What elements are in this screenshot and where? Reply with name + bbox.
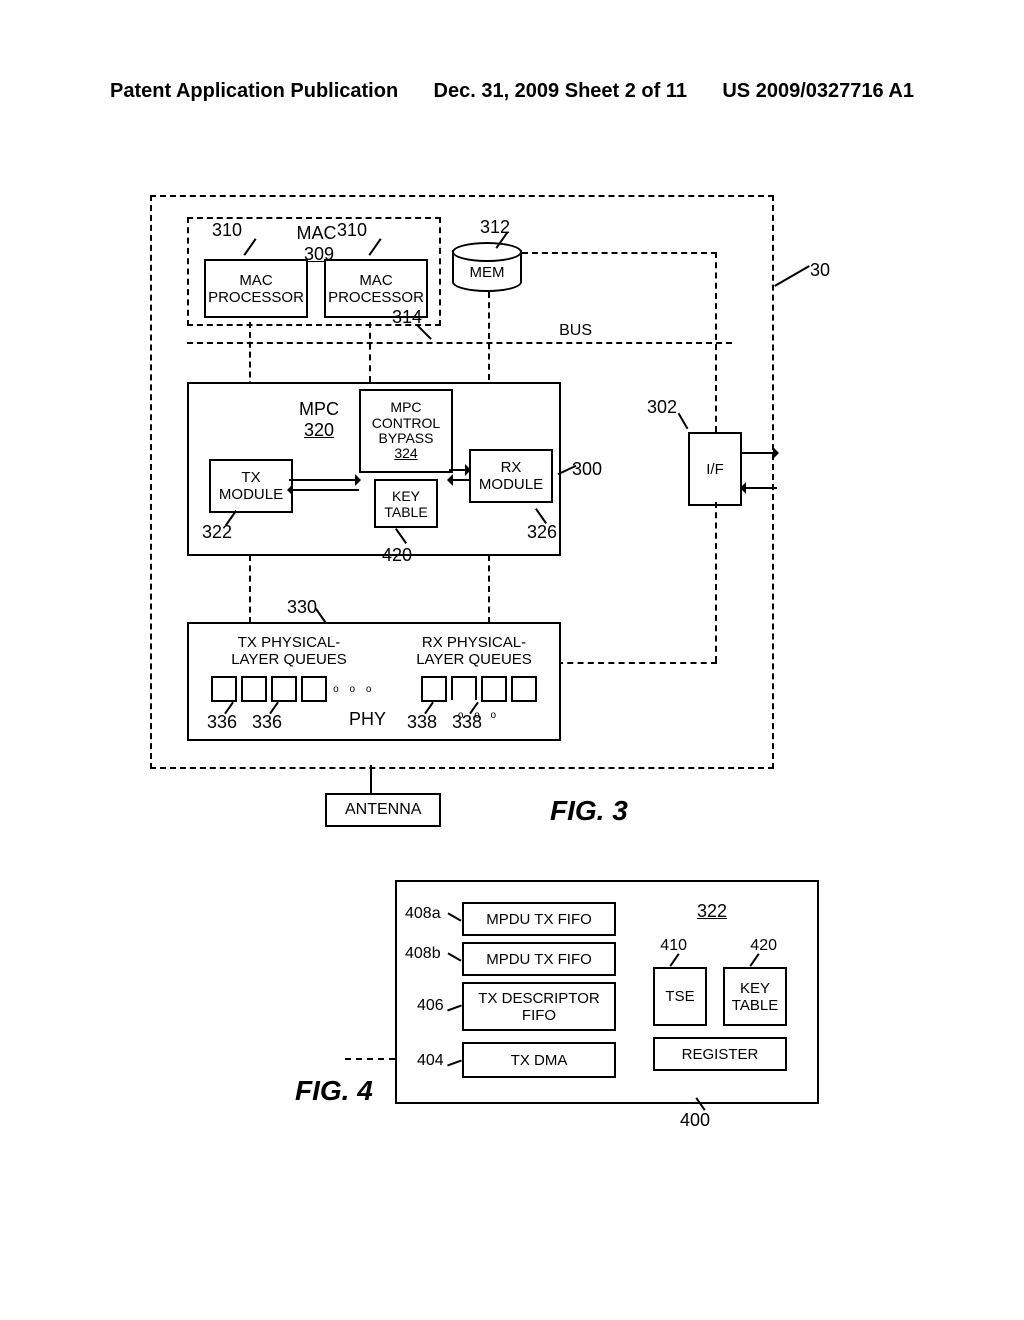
- antenna-block: ANTENNA: [325, 793, 441, 827]
- ref-408b: 408b: [405, 945, 441, 963]
- key-table: KEY TABLE: [374, 479, 438, 528]
- ref-420: 420: [382, 545, 412, 566]
- ref-30: 30: [810, 260, 830, 281]
- fig3-system-outline: MAC 309 MAC PROCESSOR MAC PROCESSOR 310 …: [150, 195, 774, 769]
- tx-queue-icons: o o o: [209, 676, 375, 702]
- rx-module: RX MODULE: [469, 449, 553, 503]
- ref-336a: 336: [207, 712, 237, 733]
- fig4-label: FIG. 4: [295, 1075, 373, 1107]
- mpc-box: MPC 320 MPC CONTROL BYPASS 324 TX MODULE…: [187, 382, 561, 556]
- fig4-module-box: MPDU TX FIFO MPDU TX FIFO TX DESCRIPTOR …: [395, 880, 819, 1104]
- phy-label: PHY: [349, 709, 386, 730]
- mpdu-tx-fifo-a: MPDU TX FIFO: [462, 902, 616, 936]
- ref-336b: 336: [252, 712, 282, 733]
- ref-338a: 338: [407, 712, 437, 733]
- ref-400: 400: [680, 1110, 710, 1131]
- ref-310-left: 310: [212, 220, 242, 241]
- ref-310-right: 310: [337, 220, 367, 241]
- phy-box: TX PHYSICAL- LAYER QUEUES RX PHYSICAL- L…: [187, 622, 561, 741]
- tx-descriptor-fifo: TX DESCRIPTOR FIFO: [462, 982, 616, 1031]
- ref-420b: 420: [750, 937, 777, 955]
- ref-330: 330: [287, 597, 317, 618]
- mpc-control-bypass: MPC CONTROL BYPASS 324: [359, 389, 453, 473]
- mem-cylinder: MEM: [452, 242, 522, 292]
- ref-410: 410: [660, 937, 687, 955]
- tse-block: TSE: [653, 967, 707, 1026]
- bus-line: [187, 342, 732, 344]
- if-block: I/F: [688, 432, 742, 506]
- header-left: Patent Application Publication: [110, 80, 398, 103]
- ref-408a: 408a: [405, 905, 441, 923]
- ref-302: 302: [647, 397, 677, 418]
- page-header: Patent Application Publication Dec. 31, …: [110, 80, 914, 103]
- key-table-fig4: KEY TABLE: [723, 967, 787, 1026]
- ref-404: 404: [417, 1052, 444, 1070]
- ref-300: 300: [572, 459, 602, 480]
- tx-phy-queues-title: TX PHYSICAL- LAYER QUEUES: [214, 634, 364, 668]
- tx-dma: TX DMA: [462, 1042, 616, 1078]
- mpc-title: MPC 320: [289, 399, 349, 441]
- register-block: REGISTER: [653, 1037, 787, 1071]
- rx-phy-queues-title: RX PHYSICAL- LAYER QUEUES: [399, 634, 549, 668]
- ref-322: 322: [202, 522, 232, 543]
- header-mid: Dec. 31, 2009 Sheet 2 of 11: [434, 80, 688, 103]
- ref-406: 406: [417, 997, 444, 1015]
- fig3-label: FIG. 3: [550, 795, 628, 827]
- ref-338b: 338: [452, 712, 482, 733]
- bus-label: BUS: [559, 322, 592, 340]
- mac-processor-left: MAC PROCESSOR: [204, 259, 308, 318]
- ref-322b: 322: [697, 902, 727, 922]
- mpdu-tx-fifo-b: MPDU TX FIFO: [462, 942, 616, 976]
- mem-label: MEM: [452, 264, 522, 281]
- ref-326: 326: [527, 522, 557, 543]
- header-right: US 2009/0327716 A1: [722, 80, 914, 103]
- tx-dma-out-line: [345, 1058, 395, 1060]
